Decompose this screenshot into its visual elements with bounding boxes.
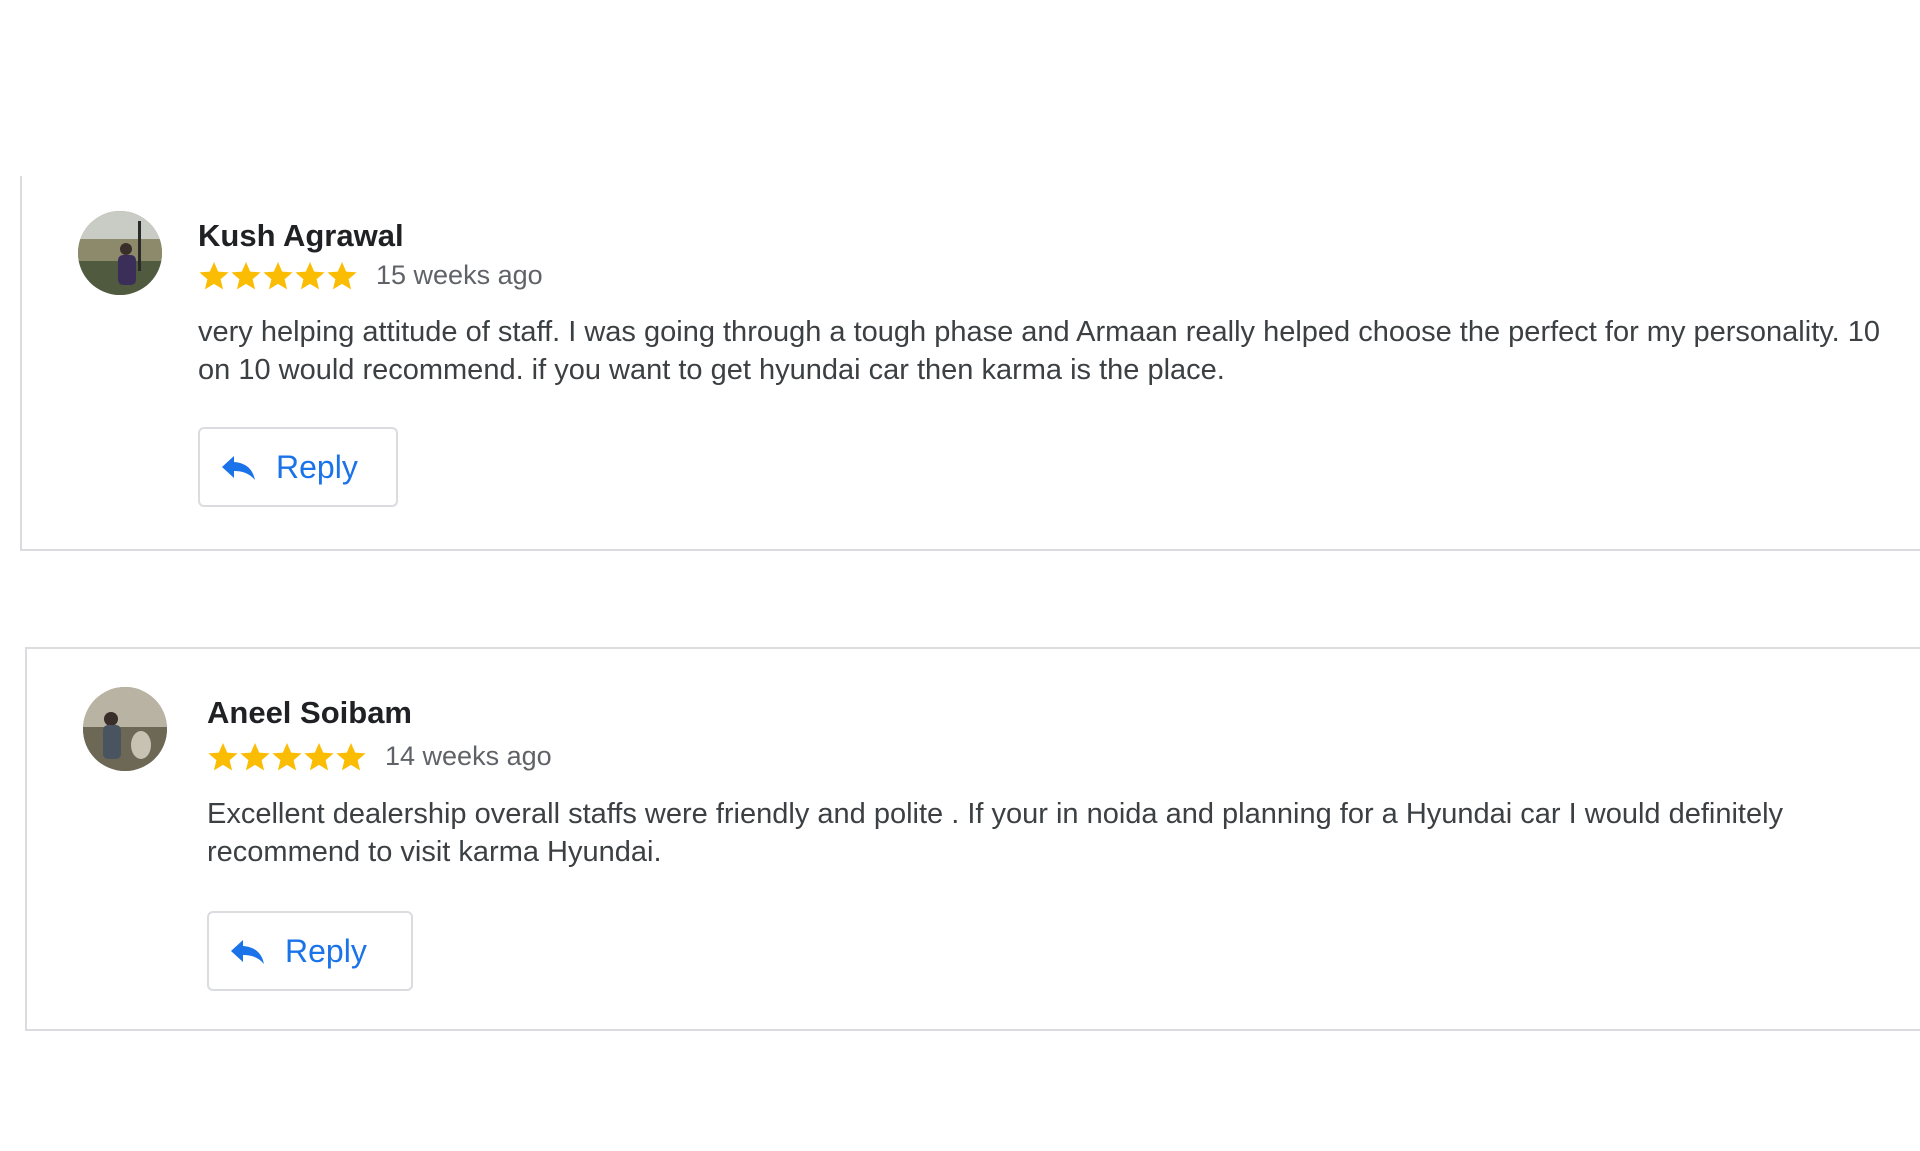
review-timestamp: 14 weeks ago xyxy=(385,741,552,771)
review-text: very helping attitude of staff. I was go… xyxy=(198,316,1880,386)
star-icon xyxy=(294,261,326,291)
star-icon xyxy=(198,261,230,291)
reply-arrow-icon xyxy=(220,452,258,482)
star-icon xyxy=(230,261,262,291)
reviewer-avatar[interactable] xyxy=(78,211,162,295)
star-icon xyxy=(326,261,358,291)
reply-button[interactable]: Reply xyxy=(198,427,398,507)
review-card: Aneel Soibam 14 weeks ago Excellent deal… xyxy=(25,647,1920,1031)
star-icon xyxy=(239,742,271,772)
star-icon xyxy=(303,742,335,772)
star-icon xyxy=(262,261,294,291)
star-icon xyxy=(335,742,367,772)
reply-label: Reply xyxy=(285,932,367,969)
reply-button[interactable]: Reply xyxy=(207,911,413,991)
star-rating xyxy=(207,742,367,772)
review-card: Kush Agrawal 15 weeks ago very helping a… xyxy=(20,176,1920,551)
reply-arrow-icon xyxy=(229,936,267,966)
star-icon xyxy=(271,742,303,772)
reviewer-name[interactable]: Kush Agrawal xyxy=(198,218,404,254)
reply-label: Reply xyxy=(276,448,358,485)
star-rating xyxy=(198,261,358,291)
rating-row: 14 weeks ago xyxy=(207,741,552,772)
star-icon xyxy=(207,742,239,772)
review-timestamp: 15 weeks ago xyxy=(376,260,543,290)
review-text: Excellent dealership overall staffs were… xyxy=(207,798,1784,868)
reviewer-avatar[interactable] xyxy=(83,687,167,771)
reviewer-name[interactable]: Aneel Soibam xyxy=(207,695,412,731)
rating-row: 15 weeks ago xyxy=(198,260,543,291)
